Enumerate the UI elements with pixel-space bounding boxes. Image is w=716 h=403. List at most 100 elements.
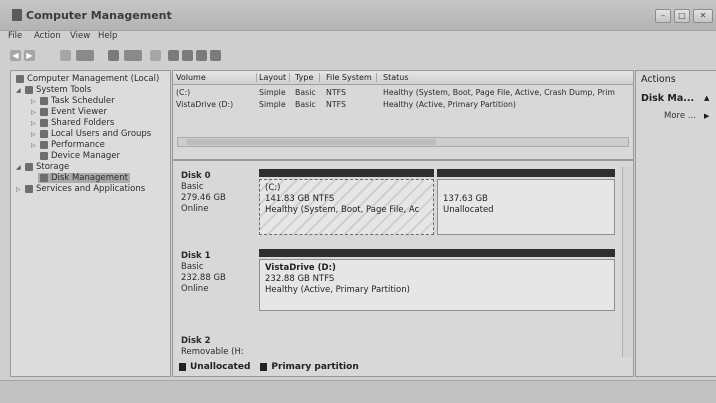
menu-action[interactable]: Action — [34, 31, 61, 41]
storage-icon — [25, 163, 33, 171]
help-icon[interactable] — [124, 50, 142, 61]
horizontal-scrollbar[interactable] — [177, 137, 629, 147]
volume-icon[interactable] — [210, 50, 221, 61]
legend-unallocated: Unallocated — [190, 362, 251, 372]
partition-title: VistaDrive (D:) — [265, 263, 336, 273]
column-header-type[interactable]: Type — [295, 73, 320, 82]
disk-type: Basic — [181, 182, 204, 192]
disk-status: Online — [181, 204, 209, 214]
actions-section-disk-management[interactable]: Disk Ma... — [641, 93, 694, 104]
column-header-status[interactable]: Status — [383, 73, 627, 82]
partition-d[interactable]: VistaDrive (D:) 232.88 GB NTFS Healthy (… — [259, 259, 615, 311]
partition-unallocated[interactable]: 137.63 GB Unallocated — [437, 179, 615, 235]
chevron-right-icon[interactable]: ▶ — [704, 112, 709, 120]
window-title: Computer Management — [26, 9, 172, 22]
volume-status: Healthy (System, Boot, Page File, Active… — [383, 88, 615, 97]
unallocated-swatch — [179, 363, 186, 371]
back-icon[interactable]: ◀ — [10, 50, 21, 61]
disk-1-info[interactable]: Disk 1 Basic 232.88 GB Online — [181, 251, 226, 295]
performance-icon — [40, 141, 48, 149]
tree-item-task-scheduler[interactable]: ▷ Task Scheduler — [31, 96, 115, 106]
collapse-arrow-icon[interactable]: ▷ — [31, 142, 37, 149]
collapse-arrow-icon[interactable]: ▷ — [31, 98, 37, 105]
tree-item-event-viewer[interactable]: ▷ Event Viewer — [31, 107, 107, 117]
search-icon[interactable] — [196, 50, 207, 61]
tree-item-system-tools[interactable]: ◢ System Tools — [16, 85, 91, 95]
tree-item-performance[interactable]: ▷ Performance — [31, 140, 105, 150]
pane-splitter[interactable] — [173, 159, 633, 161]
maximize-button[interactable]: □ — [674, 9, 690, 23]
tree-item-services-apps[interactable]: ▷ Services and Applications — [16, 184, 145, 194]
navigation-tree: Computer Management (Local) ◢ System Too… — [10, 70, 171, 377]
menu-help[interactable]: Help — [98, 31, 117, 41]
column-header-file-system[interactable]: File System — [326, 73, 377, 82]
volume-file-system: NTFS — [326, 88, 346, 97]
folder-icon[interactable] — [182, 50, 193, 61]
disk-2-info[interactable]: Disk 2 Removable (H: — [181, 336, 244, 358]
collapse-arrow-icon[interactable]: ▷ — [31, 109, 37, 116]
disk-management-icon — [40, 174, 48, 182]
tree-item-storage[interactable]: ◢ Storage — [16, 162, 69, 172]
tree-root[interactable]: Computer Management (Local) — [16, 74, 159, 84]
disk-name: Disk 1 — [181, 251, 211, 261]
volume-type: Basic — [295, 88, 316, 97]
volume-name: VistaDrive (D:) — [176, 100, 234, 109]
computer-management-window: Computer Management – □ ✕ File Action Vi… — [0, 0, 716, 403]
legend-primary-partition: Primary partition — [271, 362, 359, 372]
tree-item-shared-folders[interactable]: ▷ Shared Folders — [31, 118, 114, 128]
minimize-button[interactable]: – — [655, 9, 671, 23]
partition-status: Unallocated — [443, 205, 494, 215]
users-icon — [40, 130, 48, 138]
column-header-volume[interactable]: Volume — [176, 73, 257, 82]
disk-type: Removable (H: — [181, 347, 244, 357]
partition-bar — [259, 249, 615, 257]
expand-arrow-icon[interactable]: ◢ — [16, 87, 22, 94]
actions-pane: Actions Disk Ma... ▲ More ... ▶ — [635, 70, 716, 377]
tree-item-device-manager[interactable]: Device Manager — [40, 151, 120, 161]
refresh-icon[interactable] — [150, 50, 161, 61]
partition-size: 137.63 GB — [443, 194, 488, 204]
more-actions-link[interactable]: More ... — [664, 111, 696, 121]
toolbar: ◀ ▶ — [0, 46, 716, 66]
tools-icon — [25, 86, 33, 94]
volume-row[interactable]: (C:) Simple Basic NTFS Healthy (System, … — [173, 87, 633, 98]
title-bar: Computer Management – □ ✕ — [0, 0, 716, 31]
clock-icon — [40, 97, 48, 105]
partition-size: 232.88 GB NTFS — [265, 274, 335, 284]
disk-icon[interactable] — [168, 50, 179, 61]
tree-item-disk-management[interactable]: Disk Management — [38, 173, 130, 183]
partition-title: (C:) — [265, 183, 281, 193]
event-viewer-icon — [40, 108, 48, 116]
computer-icon — [16, 75, 24, 83]
partition-bar — [437, 169, 615, 177]
forward-icon[interactable]: ▶ — [24, 50, 35, 61]
vertical-scrollbar[interactable] — [622, 167, 632, 357]
shared-folder-icon — [40, 119, 48, 127]
device-manager-icon — [40, 152, 48, 160]
properties-icon[interactable] — [108, 50, 119, 61]
scroll-thumb[interactable] — [186, 139, 436, 145]
show-hide-tree-icon[interactable] — [76, 50, 94, 61]
legend: Unallocated Primary partition — [179, 362, 359, 372]
volume-list-header: Volume Layout Type File System Status — [173, 71, 633, 85]
services-icon — [25, 185, 33, 193]
collapse-arrow-icon[interactable]: ▷ — [31, 120, 37, 127]
primary-partition-swatch — [260, 363, 268, 371]
disk-name: Disk 2 — [181, 336, 211, 346]
actions-header: Actions — [641, 74, 676, 85]
collapse-arrow-icon[interactable]: ▷ — [16, 186, 22, 193]
column-header-layout[interactable]: Layout — [259, 73, 290, 82]
menu-file[interactable]: File — [8, 31, 22, 41]
volume-row[interactable]: VistaDrive (D:) Simple Basic NTFS Health… — [173, 99, 633, 110]
up-icon[interactable] — [60, 50, 71, 61]
disk-0-info[interactable]: Disk 0 Basic 279.46 GB Online — [181, 171, 226, 215]
partition-c[interactable]: (C:) 141.83 GB NTFS Healthy (System, Boo… — [259, 179, 434, 235]
menu-view[interactable]: View — [70, 31, 90, 41]
close-button[interactable]: ✕ — [693, 9, 713, 23]
collapse-arrow-icon[interactable]: ▷ — [31, 131, 37, 138]
volume-name: (C:) — [176, 88, 191, 97]
expand-arrow-icon[interactable]: ◢ — [16, 164, 22, 171]
volume-layout: Simple — [259, 100, 286, 109]
collapse-up-icon[interactable]: ▲ — [704, 94, 709, 102]
tree-item-local-users[interactable]: ▷ Local Users and Groups — [31, 129, 151, 139]
